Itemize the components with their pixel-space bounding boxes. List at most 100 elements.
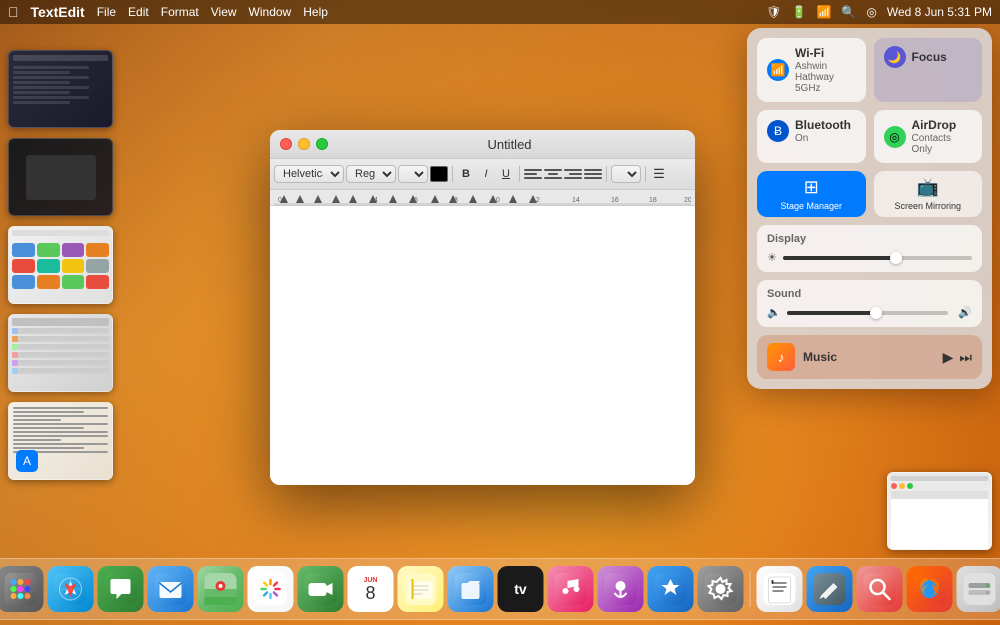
underline-button[interactable]: U (497, 165, 515, 183)
dock-mail[interactable] (148, 566, 194, 612)
dock-messages[interactable] (98, 566, 144, 612)
dock-safari[interactable] (48, 566, 94, 612)
play-button[interactable]: ▶ (943, 349, 954, 366)
sidebar-thumbnails: A (8, 50, 118, 480)
svg-text:tv: tv (514, 581, 527, 597)
dock-calendar[interactable]: JUN 8 (348, 566, 394, 612)
dock-launchpad[interactable] (0, 566, 44, 612)
wifi-tile-icon: 📶 (767, 59, 789, 81)
svg-text:6: 6 (414, 197, 418, 204)
ruler-svg: 2 4 6 8 10 12 14 16 18 20 0 (274, 191, 691, 205)
brightness-fill (783, 256, 896, 260)
maximize-button[interactable] (316, 138, 328, 150)
dock-firefox[interactable] (907, 566, 953, 612)
align-center-button[interactable] (544, 166, 562, 182)
color-swatch[interactable] (430, 166, 448, 182)
ruler: 2 4 6 8 10 12 14 16 18 20 0 (270, 190, 695, 206)
brightness-knob[interactable] (890, 252, 902, 264)
menu-help[interactable]: Help (303, 5, 328, 19)
wifi-icon[interactable]: 📶 (816, 5, 831, 19)
dock-notes[interactable] (398, 566, 444, 612)
line-spacing-select[interactable]: 1.0 (611, 165, 641, 183)
siri-icon[interactable]: ◎ (866, 5, 876, 19)
safari-icon (55, 573, 87, 605)
sound-label: Sound (767, 288, 972, 300)
dock-maps[interactable] (198, 566, 244, 612)
music-controls: ▶ ⏭ (943, 349, 972, 366)
dock-facetime[interactable] (298, 566, 344, 612)
svg-text:10: 10 (492, 197, 500, 204)
dock-appletv[interactable]: tv (498, 566, 544, 612)
menu-window[interactable]: Window (249, 5, 292, 19)
menu-file[interactable]: File (97, 5, 116, 19)
brightness-slider-row: ☀ (767, 251, 972, 264)
align-left-button[interactable] (524, 166, 542, 182)
textedit-window: Untitled Helvetica Regular 12 B I U (270, 130, 695, 485)
font-family-select[interactable]: Helvetica (274, 165, 344, 183)
dock-storage[interactable] (957, 566, 1000, 612)
search-icon[interactable]: 🔍 (841, 5, 856, 19)
italic-button[interactable]: I (477, 165, 495, 183)
dock-podcasts[interactable] (598, 566, 644, 612)
preview-title-bar (891, 476, 988, 481)
svg-text:16: 16 (611, 197, 619, 204)
window-titlebar: Untitled (270, 130, 695, 158)
messages-icon (105, 573, 137, 605)
cc-focus-tile[interactable]: 🌙 Focus (874, 38, 983, 102)
dock-photos[interactable] (248, 566, 294, 612)
menu-view[interactable]: View (211, 5, 237, 19)
menubar-right: 🛡 🔋 📶 🔍 ◎ Wed 8 Jun 5:31 PM (766, 5, 992, 19)
cc-stage-manager-tile[interactable]: ⊞ Stage Manager (757, 171, 866, 217)
preview-thumbnail[interactable] (887, 472, 992, 550)
shield-icon[interactable]: 🛡 (766, 5, 781, 19)
sidebar-thumb-2[interactable] (8, 138, 113, 216)
align-justify-button[interactable] (584, 166, 602, 182)
battery-icon[interactable]: 🔋 (791, 5, 806, 19)
dock-music[interactable] (548, 566, 594, 612)
sidebar-thumb-4[interactable] (8, 314, 113, 392)
sidebar-thumb-3[interactable]: A (8, 226, 113, 304)
brightness-slider[interactable] (783, 256, 972, 260)
screen-mirroring-icon: 📺 (917, 177, 939, 198)
music-icon (555, 573, 587, 605)
cc-bluetooth-tile[interactable]: Ƀ Bluetooth On (757, 110, 866, 163)
appstore-icon (655, 573, 687, 605)
dock-files[interactable] (448, 566, 494, 612)
volume-slider[interactable] (787, 311, 949, 315)
cc-airdrop-tile[interactable]: ◎ AirDrop Contacts Only (874, 110, 983, 163)
dock-scripteditor[interactable] (807, 566, 853, 612)
menu-format[interactable]: Format (161, 5, 199, 19)
maps-icon (205, 573, 237, 605)
cc-music-tile[interactable]: ♪ Music ▶ ⏭ (757, 335, 982, 379)
dock-settings[interactable] (698, 566, 744, 612)
list-button[interactable]: ☰ (650, 165, 668, 183)
control-center: 📶 Wi-Fi Ashwin Hathway 5GHz 🌙 Focus Ƀ Bl… (747, 28, 992, 389)
dock-textedit[interactable] (757, 566, 803, 612)
fast-forward-button[interactable]: ⏭ (959, 349, 972, 366)
font-style-select[interactable]: Regular (346, 165, 396, 183)
wifi-title: Wi-Fi (795, 46, 856, 60)
dock-appstore[interactable] (648, 566, 694, 612)
font-size-select[interactable]: 12 (398, 165, 428, 183)
editor-area[interactable] (270, 206, 695, 485)
preview-inner (888, 473, 991, 549)
cc-screen-mirroring-tile[interactable]: 📺 Screen Mirroring (874, 171, 983, 217)
sidebar-thumb-1[interactable] (8, 50, 113, 128)
app-name[interactable]: TextEdit (31, 4, 85, 20)
bold-button[interactable]: B (457, 165, 475, 183)
svg-text:12: 12 (532, 197, 540, 204)
close-button[interactable] (280, 138, 292, 150)
appletv-icon: tv (505, 573, 537, 605)
minimize-button[interactable] (298, 138, 310, 150)
cc-wifi-tile[interactable]: 📶 Wi-Fi Ashwin Hathway 5GHz (757, 38, 866, 102)
scripteditor-icon (814, 573, 846, 605)
dock-revealfind[interactable] (857, 566, 903, 612)
menu-edit[interactable]: Edit (128, 5, 149, 19)
volume-knob[interactable] (870, 307, 882, 319)
divider-4 (645, 166, 646, 182)
apple-menu[interactable]:  (8, 4, 19, 20)
cc-row-1: 📶 Wi-Fi Ashwin Hathway 5GHz 🌙 Focus (757, 38, 982, 102)
volume-high-icon: 🔊 (958, 306, 972, 319)
align-right-button[interactable] (564, 166, 582, 182)
date-time[interactable]: Wed 8 Jun 5:31 PM (887, 5, 992, 19)
